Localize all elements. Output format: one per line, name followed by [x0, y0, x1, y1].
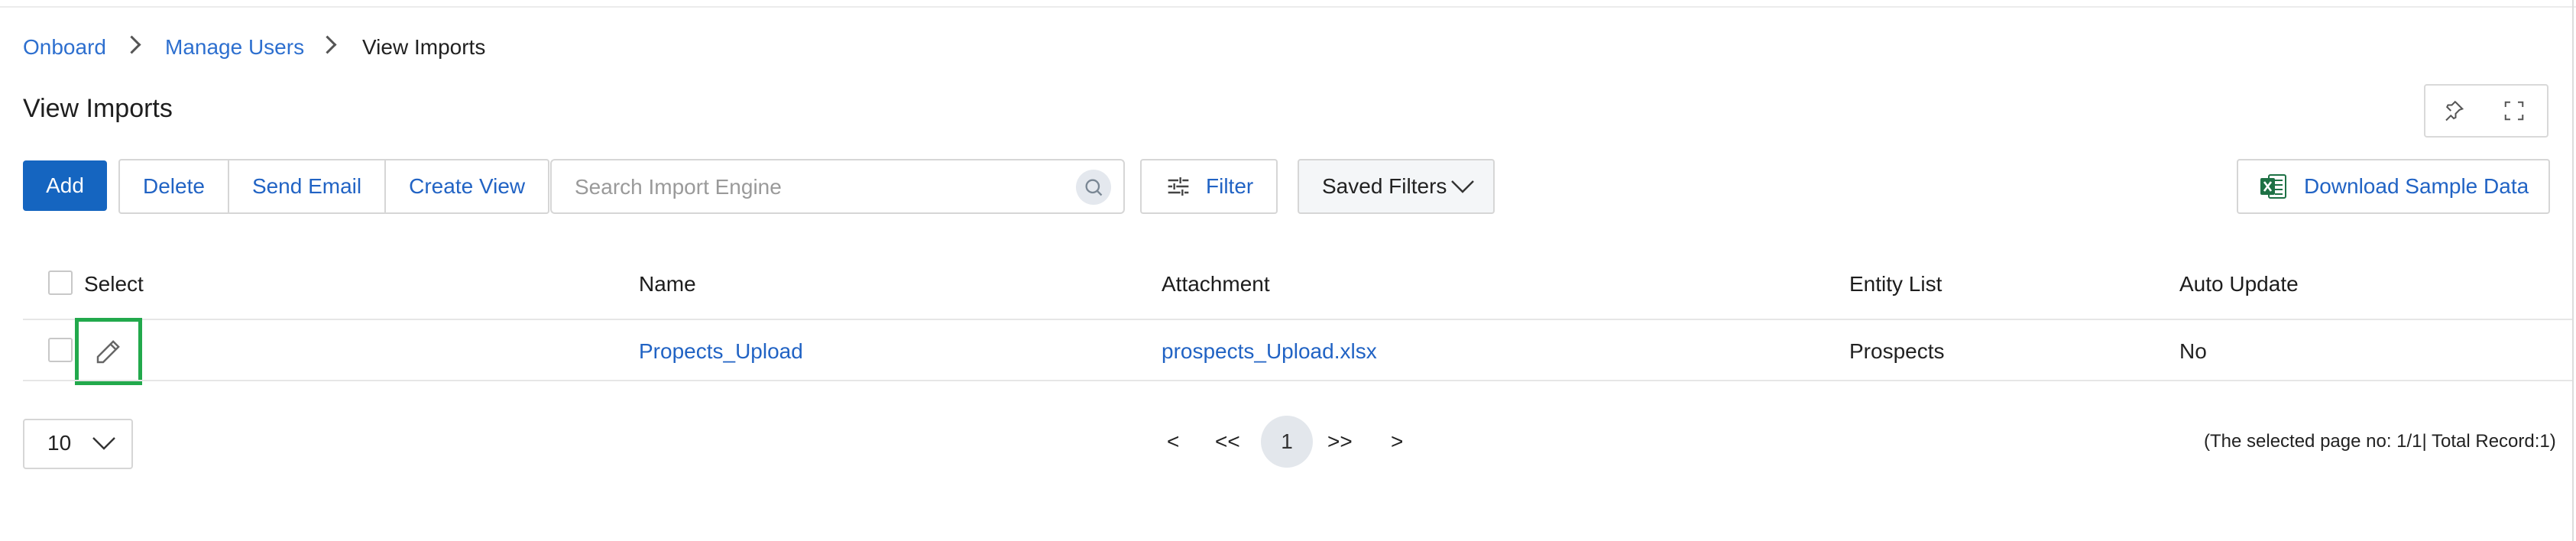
pin-icon — [2445, 100, 2464, 121]
send-email-button[interactable]: Send Email — [229, 160, 387, 212]
chevron-down-icon — [92, 437, 115, 450]
breadcrumb-onboard[interactable]: Onboard — [23, 34, 106, 61]
pin-button[interactable] — [2424, 84, 2484, 138]
column-header-entity-list[interactable]: Entity List — [1849, 270, 1942, 298]
filter-label: Filter — [1206, 174, 1254, 198]
action-button-group: Delete Send Email Create View — [118, 159, 550, 214]
auto-update-cell: No — [2179, 339, 2207, 363]
attachment-link[interactable]: prospects_Upload.xlsx — [1162, 338, 1377, 365]
column-header-auto-update[interactable]: Auto Update — [2179, 270, 2299, 298]
page-title: View Imports — [23, 94, 173, 123]
select-all-checkbox[interactable] — [48, 270, 73, 295]
column-header-attachment[interactable]: Attachment — [1162, 270, 1270, 298]
search-button[interactable] — [1076, 170, 1111, 205]
fullscreen-button[interactable] — [2481, 84, 2548, 138]
breadcrumb-separator-icon — [318, 35, 337, 54]
search-icon — [1085, 179, 1103, 196]
breadcrumb-manage-users[interactable]: Manage Users — [165, 34, 304, 61]
breadcrumb-current: View Imports — [362, 35, 486, 59]
pencil-icon — [96, 340, 120, 364]
column-header-select: Select — [84, 272, 144, 296]
expand-icon — [2504, 101, 2524, 121]
excel-icon — [2260, 174, 2286, 199]
table-row-divider — [23, 380, 2572, 381]
delete-button[interactable]: Delete — [120, 160, 229, 212]
download-sample-data-button[interactable]: Download Sample Data — [2237, 159, 2550, 214]
saved-filters-label: Saved Filters — [1322, 174, 1447, 198]
row-select-checkbox[interactable] — [48, 338, 73, 362]
last-page-button[interactable]: >> — [1327, 428, 1353, 455]
filter-button[interactable]: Filter — [1140, 159, 1278, 214]
record-info: (The selected page no: 1/1| Total Record… — [2204, 431, 2556, 452]
entity-list-cell: Prospects — [1849, 339, 1945, 363]
filter-sliders-icon — [1168, 177, 1189, 196]
table-header-divider — [23, 319, 2572, 320]
first-page-button[interactable]: << — [1215, 428, 1240, 455]
edit-button[interactable] — [75, 318, 142, 385]
top-divider — [0, 6, 2576, 8]
prev-page-button[interactable]: < — [1167, 428, 1179, 455]
download-label: Download Sample Data — [2304, 174, 2529, 198]
current-page-button[interactable]: 1 — [1261, 416, 1313, 468]
saved-filters-dropdown[interactable]: Saved Filters — [1298, 159, 1495, 214]
next-page-button[interactable]: > — [1391, 428, 1403, 455]
search-input[interactable] — [573, 170, 1065, 205]
search-box — [550, 159, 1125, 214]
page-size-select[interactable]: 10 — [23, 419, 133, 469]
chevron-down-icon — [1451, 180, 1474, 193]
add-button[interactable]: Add — [23, 160, 107, 211]
breadcrumb-separator-icon — [122, 35, 141, 54]
column-header-name[interactable]: Name — [639, 270, 696, 298]
page-size-value: 10 — [47, 431, 72, 455]
create-view-button[interactable]: Create View — [386, 160, 548, 212]
import-name-link[interactable]: Propects_Upload — [639, 338, 803, 365]
right-scroll-edge — [2572, 0, 2574, 541]
